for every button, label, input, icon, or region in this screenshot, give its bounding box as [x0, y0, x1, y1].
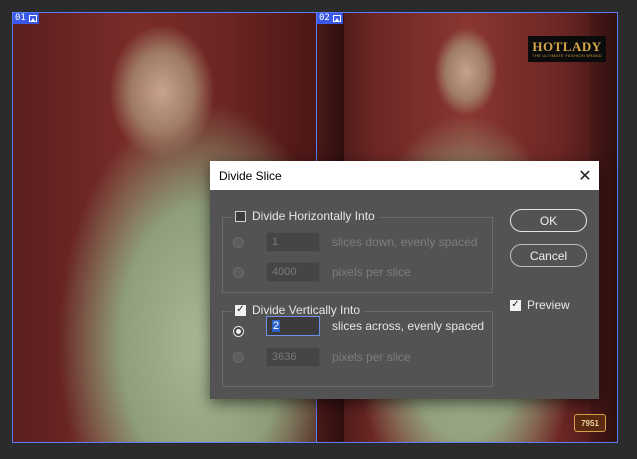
horizontal-slices-label: slices down, evenly spaced [332, 235, 478, 249]
canvas-padding-right [618, 0, 637, 459]
preview-checkbox[interactable]: ✓ [510, 299, 521, 311]
horizontal-pixels-label: pixels per slice [332, 265, 411, 279]
canvas-padding-left [0, 0, 12, 459]
ok-button[interactable]: OK [510, 209, 587, 232]
divide-horizontally-checkbox[interactable] [235, 210, 246, 222]
horizontal-slices-radio[interactable] [233, 236, 244, 248]
brand-logo: HOTLADY THE ULTIMATE FASHION BRAND [528, 36, 606, 62]
divide-vertically-group: ✓ Divide Vertically Into 2 slices across… [222, 303, 493, 387]
brand-logo-text: HOTLADY [532, 39, 602, 54]
brand-logo-tagline: THE ULTIMATE FASHION BRAND [532, 53, 602, 58]
divide-vertically-label: Divide Vertically Into [252, 303, 361, 317]
vertical-pixels-label: pixels per slice [332, 350, 411, 364]
vertical-pixels-input[interactable]: 3636 [266, 347, 320, 367]
slice-02-number: 02 [319, 13, 330, 23]
preview-option[interactable]: ✓ Preview [510, 298, 570, 312]
preview-label: Preview [527, 298, 570, 312]
vertical-slices-input-row: 2 slices across, evenly spaced [233, 316, 484, 336]
divide-horizontally-label: Divide Horizontally Into [252, 209, 375, 223]
product-code-badge: 7951 [574, 414, 606, 432]
dialog-title: Divide Slice [219, 168, 282, 183]
divide-horizontally-legend: Divide Horizontally Into [231, 209, 379, 223]
slice-02-label[interactable]: 02 [317, 13, 343, 24]
image-slice-icon [332, 15, 341, 22]
vertical-pixels-radio[interactable] [233, 351, 244, 363]
horizontal-slices-input[interactable]: 1 [266, 232, 320, 252]
horizontal-pixels-radio[interactable] [233, 266, 244, 278]
canvas-padding-bottom [0, 443, 637, 459]
divide-slice-dialog: Divide Slice ✕ Divide Horizontally Into … [210, 161, 599, 399]
slice-01-label[interactable]: 01 [13, 13, 39, 24]
horizontal-slices-row: 1 slices down, evenly spaced [233, 232, 477, 252]
divide-vertically-checkbox[interactable]: ✓ [235, 304, 246, 316]
horizontal-pixels-input[interactable]: 4000 [266, 262, 320, 282]
dialog-body: Divide Horizontally Into 1 slices down, … [210, 190, 599, 399]
cancel-button[interactable]: Cancel [510, 244, 587, 267]
close-icon[interactable]: ✕ [571, 161, 599, 190]
horizontal-pixels-row: 4000 pixels per slice [233, 262, 411, 282]
vertical-pixels-row: 3636 pixels per slice [233, 347, 411, 367]
vertical-slices-value: 2 [272, 320, 281, 332]
divide-horizontally-group: Divide Horizontally Into 1 slices down, … [222, 209, 493, 293]
vertical-slices-input[interactable]: 2 [266, 316, 320, 336]
divide-vertically-legend: ✓ Divide Vertically Into [231, 303, 365, 317]
canvas-padding-top [0, 0, 637, 12]
vertical-slices-label: slices across, evenly spaced [332, 319, 485, 333]
image-slice-icon [28, 15, 37, 22]
dialog-titlebar[interactable]: Divide Slice ✕ [210, 161, 599, 190]
slice-01-number: 01 [15, 13, 26, 23]
